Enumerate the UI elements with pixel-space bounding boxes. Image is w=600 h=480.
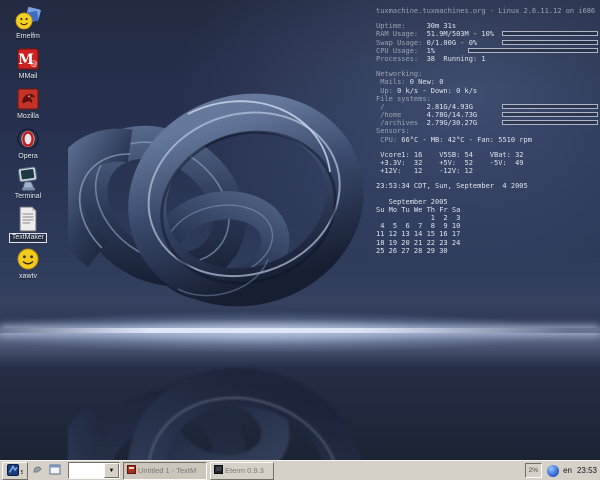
task-button-label: Untitled 1 - TextM bbox=[138, 466, 196, 475]
chevron-down-icon: ▼ bbox=[109, 468, 115, 474]
keyboard-layout-indicator[interactable]: en bbox=[563, 466, 572, 475]
taskbar-combobox[interactable]: ▼ bbox=[68, 462, 120, 479]
knot-reflection bbox=[68, 348, 368, 460]
task-button-textmaker[interactable]: Untitled 1 - TextM bbox=[123, 462, 207, 480]
knot-artwork bbox=[68, 74, 368, 326]
desktop-icon-opera[interactable]: Opera bbox=[2, 126, 54, 166]
ram-bar bbox=[502, 31, 598, 36]
calendar-weekdays: Su Mo Tu We Th Fr Sa bbox=[376, 206, 598, 214]
cpu-line: CPU Usage: 1% bbox=[376, 47, 598, 55]
desktop-icon-textmaker[interactable]: TextMaker bbox=[2, 206, 54, 246]
show-desktop-button[interactable] bbox=[47, 463, 62, 478]
voltage-line-1: Vcore1: 16 V5SB: 54 VBat: 32 bbox=[376, 151, 598, 159]
calendar-week-5: 25 26 27 28 29 30 bbox=[376, 247, 598, 255]
taskbar-clock: 23:53 bbox=[577, 466, 597, 475]
updown-line: Up: 0 k/s - Down: 0 k/s bbox=[376, 87, 598, 95]
desktop-icon-label: Emelfm bbox=[16, 33, 40, 41]
fs-root-line: / 2.81G/4.93G bbox=[376, 103, 598, 111]
mails-line: Mails: 0 New: 0 bbox=[376, 78, 598, 86]
monitor-host-line: tuxmachine.tuxmachines.org - Linux 2.6.1… bbox=[376, 7, 598, 15]
fs-archives-bar bbox=[502, 120, 598, 125]
terminal-icon bbox=[14, 166, 42, 192]
fs-archives-line: /archives 2.79G/30.27G bbox=[376, 119, 598, 127]
mmail-icon: M @ bbox=[14, 46, 42, 72]
opera-icon bbox=[14, 126, 42, 152]
swap-line: Swap Usage: 0/1.00G - 0% bbox=[376, 39, 598, 47]
minimize-all-icon bbox=[32, 464, 43, 477]
desktop-icon-label: TextMaker bbox=[9, 233, 47, 243]
fs-root-bar bbox=[502, 104, 598, 109]
processes-line: Processes: 38 Running: 1 bbox=[376, 55, 598, 63]
combobox-field[interactable] bbox=[69, 463, 104, 478]
fs-home-line: /home 4.78G/14.73G bbox=[376, 111, 598, 119]
calendar-week-3: 11 12 13 14 15 16 17 bbox=[376, 230, 598, 238]
calendar-week-1: 1 2 3 bbox=[376, 214, 598, 222]
swap-bar bbox=[502, 40, 598, 45]
desktop-icon-label: MMail bbox=[19, 73, 38, 81]
combobox-dropdown-button[interactable]: ▼ bbox=[104, 463, 119, 478]
calendar-title: September 2005 bbox=[376, 198, 598, 206]
textmaker-icon bbox=[14, 206, 42, 232]
system-monitor: tuxmachine.tuxmachines.org - Linux 2.6.1… bbox=[376, 7, 598, 255]
start-menu-button[interactable]: s bbox=[2, 462, 28, 480]
start-menu-icon: s bbox=[7, 464, 23, 478]
filesystems-header: File systems: bbox=[376, 95, 598, 103]
fs-home-bar bbox=[502, 112, 598, 117]
emelfm-icon bbox=[14, 6, 42, 32]
desktop-wallpaper: Emelfm M @ MMail Mozilla bbox=[0, 0, 600, 460]
taskbar: s ▼ Untitled 1 - TextM bbox=[0, 460, 600, 480]
cpu-bar bbox=[468, 48, 598, 53]
desktop-icon-xawtv[interactable]: xawtv bbox=[2, 246, 54, 286]
ram-line: RAM Usage: 51.9M/503M - 10% bbox=[376, 30, 598, 38]
svg-text:s: s bbox=[21, 469, 24, 476]
textmaker-task-icon bbox=[127, 465, 136, 476]
desktop-icon-label: xawtv bbox=[19, 273, 37, 281]
cpu-applet: 2% bbox=[525, 463, 542, 478]
minimize-all-button[interactable] bbox=[30, 463, 45, 478]
calendar-week-2: 4 5 6 7 8 9 10 bbox=[376, 222, 598, 230]
voltage-line-2: +3.3V: 32 +5V: 52 -5V: 49 bbox=[376, 159, 598, 167]
datetime-line: 23:53:34 CDT, Sun, September 4 2005 bbox=[376, 182, 598, 190]
desktop-icon-label: Terminal bbox=[15, 193, 41, 201]
window-icon bbox=[49, 464, 61, 477]
tray-sphere-icon[interactable] bbox=[547, 465, 559, 477]
networking-header: Networking: bbox=[376, 70, 598, 78]
svg-text:@: @ bbox=[31, 60, 38, 68]
mozilla-icon bbox=[14, 86, 42, 112]
calendar-week-4: 18 19 20 21 22 23 24 bbox=[376, 239, 598, 247]
task-button-label: Eterm 0.9.3 bbox=[225, 466, 264, 475]
xawtv-icon bbox=[14, 246, 42, 272]
task-button-eterm[interactable]: Eterm 0.9.3 bbox=[210, 462, 274, 480]
desktop-icon-column: Emelfm M @ MMail Mozilla bbox=[2, 6, 54, 286]
desktop-icon-mozilla[interactable]: Mozilla bbox=[2, 86, 54, 126]
desktop-icon-emelfm[interactable]: Emelfm bbox=[2, 6, 54, 46]
temps-line: CPU: 66°C - MB: 42°C - Fan: 5510 rpm bbox=[376, 136, 598, 144]
desktop-icon-terminal[interactable]: Terminal bbox=[2, 166, 54, 206]
eterm-task-icon bbox=[214, 465, 223, 476]
desktop-icon-label: Mozilla bbox=[17, 113, 39, 121]
uptime-line: Uptime: 30m 31s bbox=[376, 22, 598, 30]
desktop-icon-mmail[interactable]: M @ MMail bbox=[2, 46, 54, 86]
voltage-line-3: +12V: 12 -12V: 12 bbox=[376, 167, 598, 175]
desktop-icon-label: Opera bbox=[18, 153, 37, 161]
cpu-applet-value: 2% bbox=[529, 467, 538, 474]
sensors-header: Sensors: bbox=[376, 127, 598, 135]
